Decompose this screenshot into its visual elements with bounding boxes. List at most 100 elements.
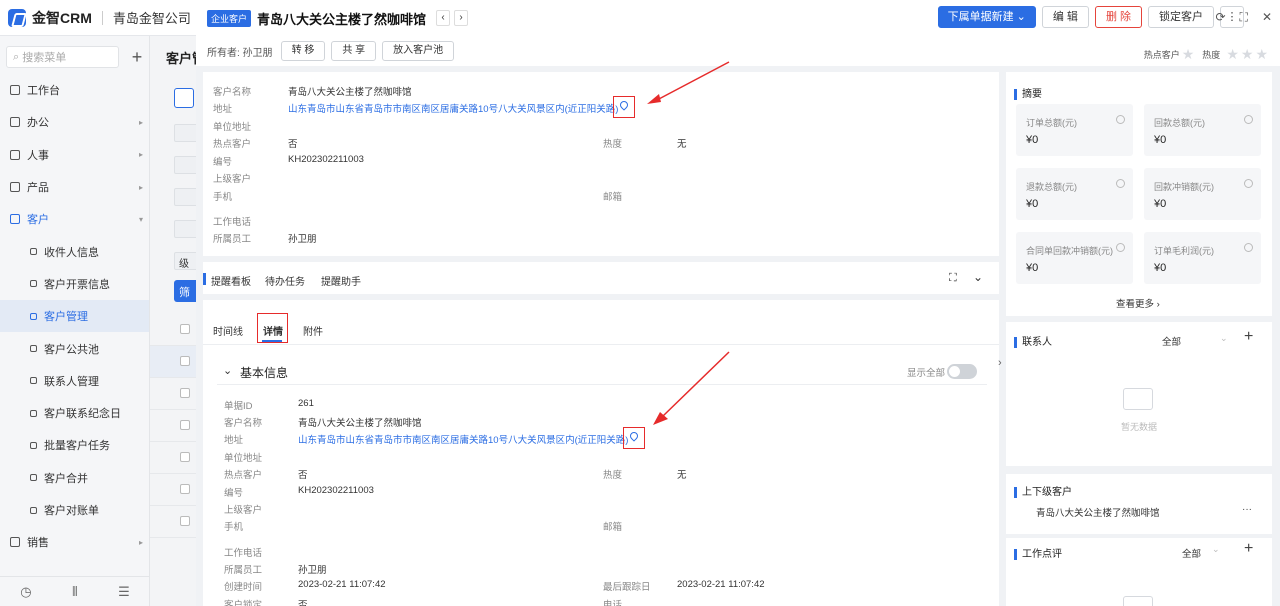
sidebar-item[interactable]: 客户管理: [0, 300, 149, 333]
more-icon[interactable]: ···: [1242, 504, 1252, 515]
tab-reminder-board[interactable]: 提醒看板: [211, 273, 251, 288]
chevron-down-icon[interactable]: ⌄: [1212, 544, 1220, 555]
sidebar-item-label: 客户公共池: [44, 343, 99, 356]
row-checkbox[interactable]: [180, 324, 190, 334]
move-to-pool-button[interactable]: 放入客户池: [382, 41, 455, 61]
company-name[interactable]: 青岛金智公司: [113, 8, 191, 27]
table-row[interactable]: [150, 442, 196, 474]
sidebar-item[interactable]: 联系人管理: [0, 365, 149, 397]
fullscreen-icon[interactable]: ⛶: [1240, 10, 1248, 25]
hierarchy-panel: 上下级客户 青岛八大关公主楼了然咖啡馆 ···: [1006, 474, 1272, 534]
sidebar-item[interactable]: 办公 ▸: [0, 106, 149, 138]
close-icon[interactable]: ✕: [1262, 10, 1272, 25]
field-label: 热点客户: [213, 139, 252, 150]
row-checkbox[interactable]: [180, 452, 190, 462]
field-label: 最后跟踪日: [603, 582, 651, 593]
sidebar-item[interactable]: 人事 ▸: [0, 139, 149, 171]
tab-attachments[interactable]: 附件: [303, 323, 323, 338]
field-label: 手机: [213, 192, 233, 203]
settings-icon[interactable]: ⫴: [72, 584, 77, 600]
list-view-toggle[interactable]: [174, 88, 194, 108]
section-collapse-icon[interactable]: ⌄: [223, 364, 232, 377]
next-record-button[interactable]: ›: [454, 10, 469, 26]
sidebar-item[interactable]: 工作台: [0, 74, 149, 106]
filter-chip[interactable]: [174, 188, 196, 206]
menu-search-input[interactable]: ⌕ 搜索菜单: [6, 46, 119, 68]
contacts-filter-select[interactable]: 全部: [1162, 334, 1181, 348]
customer-type-tag: 企业客户: [207, 9, 252, 27]
side-panel-toggle-icon[interactable]: ›: [998, 357, 1002, 369]
sidebar-item[interactable]: 产品 ▸: [0, 171, 149, 203]
field-label: 单位地址: [224, 453, 263, 464]
filter-chip[interactable]: [174, 156, 196, 174]
delete-button[interactable]: 删 除: [1094, 6, 1142, 28]
summary-stat-card: 回款总额(元) ¥0: [1144, 104, 1261, 156]
section-title: 基本信息: [240, 366, 289, 380]
share-button[interactable]: 共 享: [331, 41, 377, 61]
level-chip[interactable]: 级: [174, 252, 196, 270]
sidebar-item[interactable]: 客户公共池: [0, 332, 149, 364]
field-label: 工作电话: [224, 548, 263, 559]
new-sub-document-button[interactable]: 下属单据新建 ⌄: [937, 6, 1036, 28]
tab-todo-tasks[interactable]: 待办任务: [265, 273, 305, 288]
chevron-down-icon[interactable]: ⌄: [1220, 333, 1228, 344]
sidebar-nav: 工作台 办公 ▸ 人事 ▸ 产品 ▸ 客户 ▾ 收件人信息 客户开票信息 客户管理客户公共池联系人管理…: [0, 74, 149, 558]
row-checkbox[interactable]: [180, 516, 190, 526]
transfer-button[interactable]: 转 移: [280, 41, 326, 61]
table-row[interactable]: [150, 314, 196, 346]
filter-chip[interactable]: [174, 124, 196, 142]
table-row[interactable]: [150, 346, 196, 378]
address-link[interactable]: 山东青岛市山东省青岛市市南区南区居庸关路10号八大关风景区内(近正阳关路): [298, 432, 628, 446]
sidebar-item[interactable]: 客户联系纪念日: [0, 397, 149, 429]
expand-icon[interactable]: ⛶: [949, 272, 957, 285]
summary-title: 摘要: [1014, 85, 1042, 100]
star-icon[interactable]: ★: [1226, 46, 1239, 63]
location-pin-highlight[interactable]: [623, 427, 645, 449]
previous-record-button[interactable]: ‹: [436, 10, 451, 26]
row-checkbox[interactable]: [180, 388, 190, 398]
table-row[interactable]: [150, 410, 196, 442]
field-label: 热点客户: [224, 470, 263, 481]
edit-button[interactable]: 编 辑: [1041, 6, 1089, 28]
add-menu-button[interactable]: +: [127, 47, 147, 67]
table-row[interactable]: [150, 474, 196, 506]
tab-reminder-assistant[interactable]: 提醒助手: [321, 273, 361, 288]
sidebar-item[interactable]: 客户合并: [0, 462, 149, 494]
row-checkbox[interactable]: [180, 420, 190, 430]
sidebar-item[interactable]: 收件人信息: [0, 235, 149, 267]
filter-chip[interactable]: [174, 220, 196, 238]
star-icon[interactable]: ★: [1241, 46, 1254, 63]
collapse-menu-icon[interactable]: ☰: [118, 584, 130, 600]
add-review-icon[interactable]: +: [1244, 540, 1253, 558]
collapse-chevron-icon[interactable]: ⌄: [973, 270, 983, 284]
menu-item-icon: [30, 345, 37, 353]
row-checkbox[interactable]: [180, 356, 190, 366]
field-value: KH202302211003: [298, 485, 374, 496]
history-icon[interactable]: ◷: [20, 584, 31, 600]
see-more-link[interactable]: 查看更多 ›: [1116, 296, 1160, 310]
stat-value: ¥0: [1026, 198, 1039, 210]
sidebar-item[interactable]: 销售 ▸: [0, 526, 149, 558]
field-value: 2023-02-21 11:07:42: [677, 579, 765, 590]
add-contact-icon[interactable]: +: [1244, 328, 1253, 346]
hierarchy-item[interactable]: 青岛八大关公主楼了然咖啡馆: [1036, 505, 1160, 519]
star-icon[interactable]: ★: [1255, 46, 1268, 63]
sidebar-item[interactable]: 客户 ▾: [0, 203, 149, 235]
table-row[interactable]: [150, 378, 196, 410]
show-all-toggle[interactable]: [947, 364, 977, 379]
sidebar-item[interactable]: 批量客户任务: [0, 429, 149, 461]
sidebar-item[interactable]: 客户开票信息: [0, 268, 149, 300]
location-pin-highlight[interactable]: [613, 96, 635, 118]
refresh-icon[interactable]: ⟳: [1215, 10, 1225, 25]
star-icon[interactable]: ★: [1182, 46, 1195, 63]
filter-button[interactable]: 筛: [174, 280, 196, 302]
address-link[interactable]: 山东青岛市山东省青岛市市南区南区居庸关路10号八大关风景区内(近正阳关路): [288, 101, 618, 115]
tab-timeline[interactable]: 时间线: [213, 323, 243, 338]
stat-value: ¥0: [1154, 198, 1167, 210]
table-row[interactable]: [150, 506, 196, 538]
row-checkbox[interactable]: [180, 484, 190, 494]
sidebar-item[interactable]: 客户对账单: [0, 494, 149, 526]
lock-customer-button[interactable]: 锁定客户: [1148, 6, 1214, 28]
work-review-filter-select[interactable]: 全部: [1182, 546, 1201, 560]
field-value: 无: [677, 139, 687, 150]
